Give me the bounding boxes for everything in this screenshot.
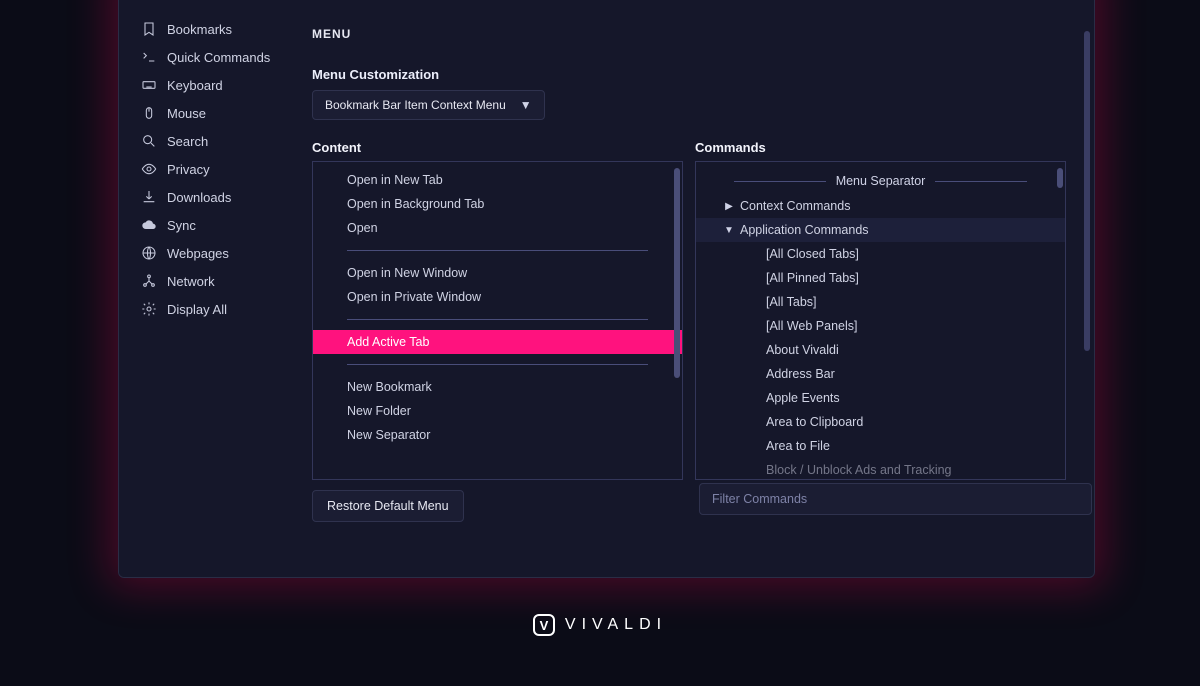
commands-column: Commands Menu Separator ▶ Context Comman… — [695, 140, 1066, 480]
sidebar-item-label: Webpages — [167, 246, 229, 261]
button-label: Restore Default Menu — [327, 499, 449, 513]
sidebar-item-label: Network — [167, 274, 215, 289]
settings-window: Bookmarks Quick Commands Keyboard Mouse … — [118, 0, 1095, 578]
content-item[interactable]: Open in Private Window — [313, 285, 682, 309]
content-title: Content — [312, 140, 683, 155]
filter-input-field[interactable] — [712, 492, 1079, 506]
main-scrollbar[interactable] — [1084, 31, 1090, 557]
settings-sidebar: Bookmarks Quick Commands Keyboard Mouse … — [119, 0, 292, 577]
separator — [347, 364, 648, 365]
chevron-down-icon: ▼ — [520, 98, 532, 112]
quick-icon — [141, 49, 157, 65]
scrollbar-thumb[interactable] — [674, 168, 680, 378]
command-item[interactable]: Block / Unblock Ads and Tracking — [696, 458, 1065, 479]
settings-main: MENU Menu Customization Bookmark Bar Ite… — [292, 0, 1094, 577]
sidebar-item-label: Display All — [167, 302, 227, 317]
sidebar-item-downloads[interactable]: Downloads — [119, 183, 292, 211]
sidebar-item-keyboard[interactable]: Keyboard — [119, 71, 292, 99]
vivaldi-logo-icon: V — [533, 614, 555, 636]
scrollbar[interactable] — [674, 166, 680, 475]
sidebar-item-label: Keyboard — [167, 78, 223, 93]
sidebar-item-display-all[interactable]: Display All — [119, 295, 292, 323]
cloud-icon — [141, 217, 157, 233]
sidebar-item-label: Privacy — [167, 162, 210, 177]
gear-icon — [141, 301, 157, 317]
content-item[interactable]: New Folder — [313, 399, 682, 423]
keyboard-icon — [141, 77, 157, 93]
context-commands-group[interactable]: ▶ Context Commands — [696, 194, 1065, 218]
brand-footer: V VIVALDI — [0, 614, 1200, 636]
command-item[interactable]: [All Web Panels] — [696, 314, 1065, 338]
content-item[interactable]: New Separator — [313, 423, 682, 447]
commands-title: Commands — [695, 140, 1066, 155]
application-commands-group[interactable]: ▼ Application Commands — [696, 218, 1065, 242]
sidebar-item-label: Search — [167, 134, 208, 149]
restore-default-menu-button[interactable]: Restore Default Menu — [312, 490, 464, 522]
commands-panel: Menu Separator ▶ Context Commands ▼ Appl… — [695, 161, 1066, 480]
bookmark-icon — [141, 21, 157, 37]
filter-commands-input[interactable] — [699, 483, 1092, 515]
sidebar-item-label: Quick Commands — [167, 50, 270, 65]
mouse-icon — [141, 105, 157, 121]
separator — [347, 250, 648, 251]
content-panel: Open in New Tab Open in Background Tab O… — [312, 161, 683, 480]
command-item[interactable]: [All Closed Tabs] — [696, 242, 1065, 266]
content-item[interactable]: Open in New Tab — [313, 168, 682, 192]
content-item[interactable]: New Bookmark — [313, 375, 682, 399]
command-item[interactable]: Apple Events — [696, 386, 1065, 410]
content-item-selected[interactable]: Add Active Tab — [313, 330, 682, 354]
separator — [347, 319, 648, 320]
download-icon — [141, 189, 157, 205]
brand-name: VIVALDI — [565, 616, 667, 634]
menu-separator-label: Menu Separator — [836, 174, 926, 188]
command-item[interactable]: Address Bar — [696, 362, 1065, 386]
network-icon — [141, 273, 157, 289]
section-title: MENU — [312, 27, 1066, 41]
group-label: Context Commands — [740, 199, 850, 213]
content-item[interactable]: Open in New Window — [313, 261, 682, 285]
sidebar-item-label: Mouse — [167, 106, 206, 121]
command-item[interactable]: About Vivaldi — [696, 338, 1065, 362]
menu-select-dropdown[interactable]: Bookmark Bar Item Context Menu ▼ — [312, 90, 545, 120]
menu-separator-item[interactable]: Menu Separator — [696, 168, 1065, 194]
sidebar-item-privacy[interactable]: Privacy — [119, 155, 292, 183]
command-item[interactable]: [All Tabs] — [696, 290, 1065, 314]
scrollbar-thumb[interactable] — [1057, 168, 1063, 188]
sidebar-item-sync[interactable]: Sync — [119, 211, 292, 239]
command-item[interactable]: Area to File — [696, 434, 1065, 458]
menu-customization-label: Menu Customization — [312, 67, 1066, 82]
sidebar-item-bookmarks[interactable]: Bookmarks — [119, 15, 292, 43]
group-label: Application Commands — [740, 223, 869, 237]
content-item[interactable]: Open — [313, 216, 682, 240]
caret-down-icon: ▼ — [724, 225, 734, 236]
sidebar-item-quick-commands[interactable]: Quick Commands — [119, 43, 292, 71]
sidebar-item-mouse[interactable]: Mouse — [119, 99, 292, 127]
command-item[interactable]: [All Pinned Tabs] — [696, 266, 1065, 290]
sidebar-item-search[interactable]: Search — [119, 127, 292, 155]
sidebar-item-label: Downloads — [167, 190, 231, 205]
scrollbar-thumb[interactable] — [1084, 31, 1090, 351]
globe-icon — [141, 245, 157, 261]
caret-right-icon: ▶ — [724, 201, 734, 212]
sidebar-item-label: Sync — [167, 218, 196, 233]
command-item[interactable]: Area to Clipboard — [696, 410, 1065, 434]
search-icon — [141, 133, 157, 149]
sidebar-item-network[interactable]: Network — [119, 267, 292, 295]
content-item[interactable]: Open in Background Tab — [313, 192, 682, 216]
scrollbar[interactable] — [1057, 166, 1063, 475]
eye-icon — [141, 161, 157, 177]
sidebar-item-webpages[interactable]: Webpages — [119, 239, 292, 267]
sidebar-item-label: Bookmarks — [167, 22, 232, 37]
dropdown-value: Bookmark Bar Item Context Menu — [325, 98, 506, 112]
content-column: Content Open in New Tab Open in Backgrou… — [312, 140, 683, 480]
